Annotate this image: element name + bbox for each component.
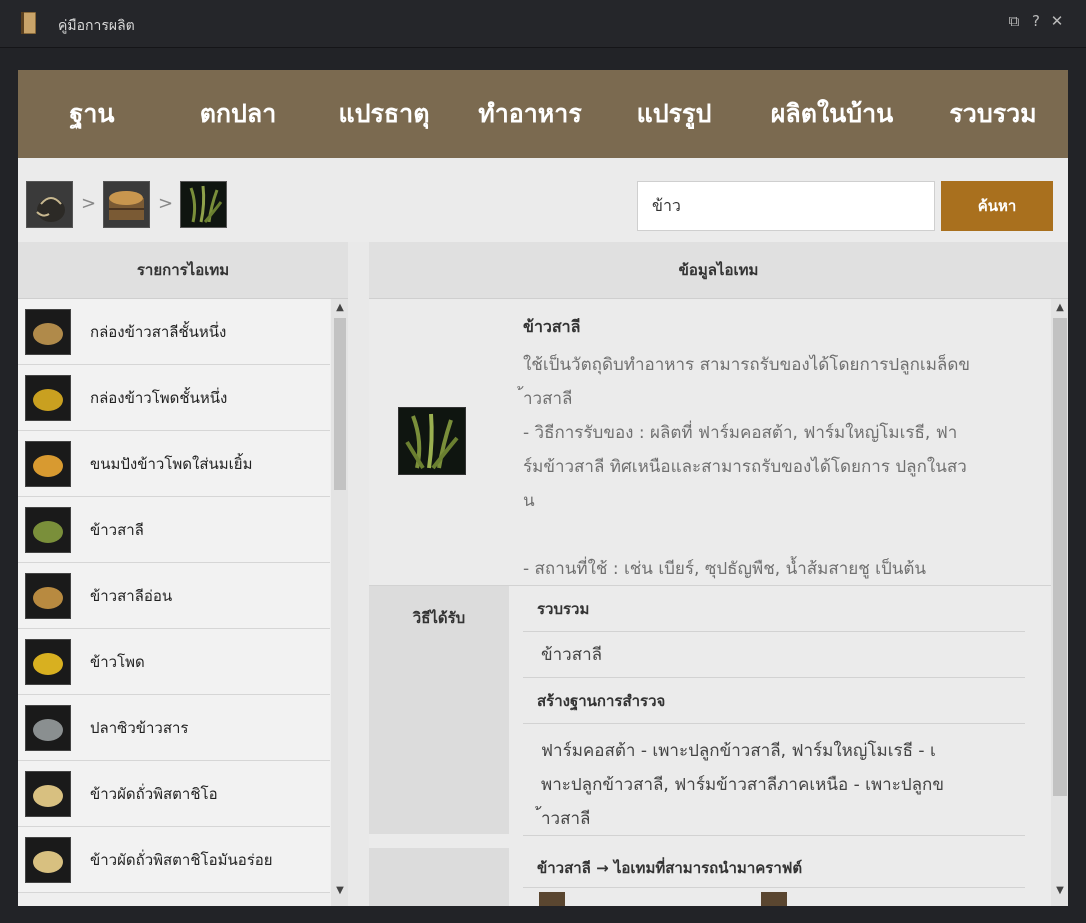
list-item[interactable]: กล่องข้าวสาลีชั้นหนึ่ง	[18, 299, 330, 365]
window-title: คู่มือการผลิต	[58, 18, 135, 34]
item-info-header: ข้อมูลไอเทม	[369, 242, 1068, 299]
search-input[interactable]	[637, 181, 935, 231]
item-list-panel: รายการไอเทม กล่องข้าวสาลีชั้นหนึ่ง กล่องข…	[18, 242, 348, 906]
tab-home-production[interactable]: ผลิตในบ้าน	[746, 70, 918, 158]
content-area: ฐาน ตกปลา แปรธาตุ ทำอาหาร แปรรูป ผลิตในบ…	[18, 70, 1068, 906]
tasty-fried-rice-icon	[25, 836, 71, 883]
list-item-label: ข้าวสาลีอ่อน	[90, 586, 173, 605]
scroll-down-icon[interactable]: ▼	[1053, 885, 1067, 896]
corn-bread-icon	[25, 440, 71, 487]
obtain-label: วิธีได้รับ	[369, 586, 509, 834]
list-item-label: กล่องข้าวโพดชั้นหนึ่ง	[90, 388, 228, 407]
build-line: ฟาร์มคอสต้า - เพาะปลูกข้าวสาลี, ฟาร์มใหญ…	[541, 741, 936, 761]
wheat-plant-icon	[25, 506, 71, 553]
list-item[interactable]: กล่องข้าวโพดชั้นหนึ่ง	[18, 365, 330, 431]
restore-icon[interactable]: ⧉	[1005, 12, 1023, 30]
corn-crate-icon	[25, 374, 71, 421]
item-name: ข้าวสาลี	[523, 317, 581, 336]
build-line: ้าวสาลี	[541, 809, 591, 829]
item-list[interactable]: กล่องข้าวสาลีชั้นหนึ่งกล่องข้าวโพดชั้นหน…	[18, 299, 330, 906]
tab-gathering[interactable]: รวบรวม	[918, 70, 1068, 158]
description-line: ร์มข้าวสาลี ทิศเหนือและสามารถรับของได้โด…	[523, 457, 967, 477]
wheat-crate-icon	[25, 308, 71, 355]
item-info-panel: ข้อมูลไอเทม ข้าวสาลี ใช้เป็นวัตถุดิบทำอา…	[369, 242, 1068, 906]
gather-value[interactable]: ข้าวสาลี	[523, 632, 1025, 678]
wheat-plant-icon	[398, 407, 466, 475]
build-value[interactable]: ฟาร์มคอสต้า - เพาะปลูกข้าวสาลี, ฟาร์มใหญ…	[523, 724, 1025, 836]
list-item-label: กล่องข้าวสาลีชั้นหนึ่ง	[90, 322, 227, 341]
list-item[interactable]: ปลาซิวข้าวสาร	[18, 695, 330, 761]
help-icon[interactable]: ?	[1027, 12, 1045, 30]
list-item-label: ข้าวโพด	[90, 652, 145, 671]
description-line: ใช้เป็นวัตถุดิบทำอาหาร สามารถรับของได้โด…	[523, 355, 971, 375]
description-line: ้าวสาลี	[523, 389, 573, 409]
young-wheat-icon	[25, 572, 71, 619]
grain-crate-icon[interactable]	[103, 181, 150, 228]
craftable-title: ข้าวสาลี → ไอเทมที่สามารถนำมาคราฟต์	[523, 848, 1025, 888]
tab-base[interactable]: ฐาน	[18, 70, 166, 158]
description-line: - วิธีการรับของ : ผลิตที่ ฟาร์มคอสต้า, ฟ…	[523, 423, 958, 443]
list-item-label: ข้าวสาลี	[90, 520, 144, 539]
craftable-label-column	[369, 848, 509, 906]
item-info-summary: ข้าวสาลี ใช้เป็นวัตถุดิบทำอาหาร สามารถรั…	[369, 299, 1051, 586]
list-item-label: ขนมปังข้าวโพดใส่นมเยิ้ม	[90, 454, 253, 473]
fish-icon	[25, 704, 71, 751]
category-tabs: ฐาน ตกปลา แปรธาตุ ทำอาหาร แปรรูป ผลิตในบ…	[18, 70, 1068, 158]
title-bar[interactable]: คู่มือการผลิต ⧉ ? ✕	[0, 0, 1086, 48]
tab-alchemy[interactable]: แปรธาตุ	[310, 70, 458, 158]
build-title: สร้างฐานการสำรวจ	[523, 678, 1025, 724]
list-item[interactable]: ข้าวโพด	[18, 629, 330, 695]
list-item[interactable]: ข้าวสาลี	[18, 497, 330, 563]
book-icon	[18, 11, 40, 35]
list-item-label: ข้าวผัดถั่วพิสตาชิโอมันอร่อย	[90, 850, 273, 869]
craft-item-icon[interactable]	[539, 892, 565, 906]
search-button[interactable]: ค้นหา	[941, 181, 1053, 231]
item-description: ใช้เป็นวัตถุดิบทำอาหาร สามารถรับของได้โด…	[523, 348, 1028, 586]
craft-item-icon[interactable]	[761, 892, 787, 906]
scroll-up-icon[interactable]: ▲	[333, 302, 347, 313]
list-item[interactable]: ขนมปังข้าวโพดใส่นมเยิ้ม	[18, 431, 330, 497]
tab-processing[interactable]: แปรรูป	[602, 70, 746, 158]
list-item[interactable]: ข้าวผัดถั่วพิสตาชิโอมันอร่อย	[18, 827, 330, 893]
list-item-label: ปลาซิวข้าวสาร	[90, 718, 189, 737]
rice-plant-icon[interactable]	[180, 181, 227, 228]
item-info-scroll-thumb[interactable]	[1053, 318, 1067, 796]
list-item-label: ข้าวผัดถั่วพิสตาชิโอ	[90, 784, 218, 803]
obtain-details: รวบรวม ข้าวสาลี สร้างฐานการสำรวจ ฟาร์มคอ…	[523, 586, 1025, 836]
item-info-text: ข้าวสาลี ใช้เป็นวัตถุดิบทำอาหาร สามารถรั…	[523, 315, 1028, 586]
gather-title: รวบรวม	[523, 586, 1025, 632]
fried-rice-icon	[25, 770, 71, 817]
item-list-header: รายการไอเทม	[18, 242, 348, 299]
item-list-scroll-thumb[interactable]	[334, 318, 346, 490]
close-icon[interactable]: ✕	[1048, 12, 1066, 30]
crafting-guide-window: คู่มือการผลิต ⧉ ? ✕ ฐาน ตกปลา แปรธาตุ ทำ…	[0, 0, 1086, 923]
build-line: พาะปลูกข้าวสาลี, ฟาร์มข้าวสาลีภาคเหนือ -…	[541, 775, 944, 795]
description-line	[523, 518, 1028, 552]
tab-cooking[interactable]: ทำอาหาร	[458, 70, 602, 158]
obtain-section: วิธีได้รับ รวบรวม ข้าวสาลี สร้างฐานการสำ…	[369, 586, 1051, 836]
corn-icon	[25, 638, 71, 685]
toolbar: > > ค้นหา	[18, 158, 1068, 242]
description-line: น	[523, 491, 535, 511]
breadcrumb-separator: >	[158, 193, 174, 214]
sack-icon[interactable]	[26, 181, 73, 228]
tab-fishing[interactable]: ตกปลา	[166, 70, 310, 158]
scroll-down-icon[interactable]: ▼	[333, 885, 347, 896]
list-item[interactable]: ข้าวผัดถั่วพิสตาชิโอ	[18, 761, 330, 827]
scroll-up-icon[interactable]: ▲	[1053, 302, 1067, 313]
description-line: - สถานที่ใช้ : เช่น เบียร์, ซุปธัญพืช, น…	[523, 559, 927, 579]
craftable-section: ข้าวสาลี → ไอเทมที่สามารถนำมาคราฟต์	[369, 848, 1051, 906]
breadcrumb-separator: >	[81, 193, 97, 214]
list-item[interactable]: ข้าวสาลีอ่อน	[18, 563, 330, 629]
